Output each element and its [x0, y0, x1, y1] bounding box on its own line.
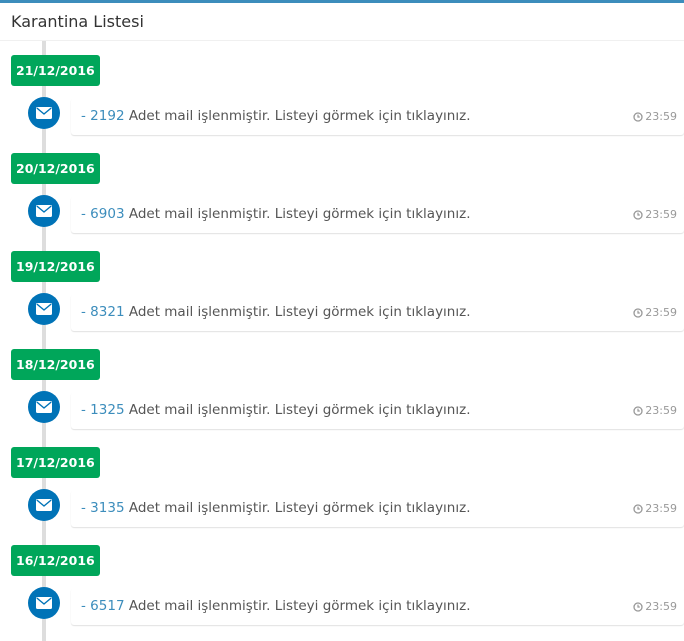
item-time-text: 23:59: [645, 306, 677, 319]
envelope-icon-glyph: [36, 303, 52, 315]
item-message[interactable]: Adet mail işlenmiştir. Listeyi görmek iç…: [125, 206, 471, 222]
mail-count-link[interactable]: - 1325: [81, 402, 125, 418]
item-prefix: -: [81, 598, 91, 614]
date-label: 16/12/2016: [11, 545, 100, 576]
item-message[interactable]: Adet mail işlenmiştir. Listeyi görmek iç…: [125, 598, 471, 614]
date-label: 18/12/2016: [11, 349, 100, 380]
item-prefix: -: [81, 206, 91, 222]
item-time: 23:59: [633, 306, 677, 319]
envelope-icon-glyph: [36, 499, 52, 511]
envelope-icon: [28, 587, 60, 619]
mail-count[interactable]: 6517: [90, 598, 124, 614]
date-label-text: 20/12/2016: [16, 161, 95, 176]
item-time-text: 23:59: [645, 110, 677, 123]
clock-icon: [633, 307, 643, 318]
item-prefix: -: [81, 108, 91, 124]
item-time-text: 23:59: [645, 404, 677, 417]
date-label-text: 16/12/2016: [16, 553, 95, 568]
box-title: Karantina Listesi: [0, 3, 684, 41]
clock-icon: [633, 601, 643, 612]
date-label: 17/12/2016: [11, 447, 100, 478]
item-time: 23:59: [633, 208, 677, 221]
date-label: 21/12/2016: [11, 55, 100, 86]
envelope-icon: [28, 97, 60, 129]
envelope-icon: [28, 293, 60, 325]
item-prefix: -: [81, 304, 91, 320]
item-time: 23:59: [633, 110, 677, 123]
date-label-text: 19/12/2016: [16, 259, 95, 274]
mail-count-link[interactable]: - 2192: [81, 108, 125, 124]
item-prefix: -: [81, 402, 91, 418]
envelope-icon: [28, 489, 60, 521]
envelope-icon-glyph: [36, 597, 52, 609]
item-time-text: 23:59: [645, 600, 677, 613]
mail-count[interactable]: 1325: [90, 402, 124, 418]
item-time: 23:59: [633, 502, 677, 515]
date-label: 19/12/2016: [11, 251, 100, 282]
item-message[interactable]: Adet mail işlenmiştir. Listeyi görmek iç…: [125, 108, 471, 124]
clock-icon: [633, 405, 643, 416]
mail-count[interactable]: 6903: [90, 206, 124, 222]
mail-count[interactable]: 3135: [90, 500, 124, 516]
envelope-icon-glyph: [36, 401, 52, 413]
mail-count[interactable]: 8321: [90, 304, 124, 320]
mail-count-link[interactable]: - 6903: [81, 206, 125, 222]
item-prefix: -: [81, 500, 91, 516]
item-time: 23:59: [633, 404, 677, 417]
item-time: 23:59: [633, 600, 677, 613]
item-time-text: 23:59: [645, 502, 677, 515]
clock-icon: [633, 111, 643, 122]
date-label-text: 21/12/2016: [16, 63, 95, 78]
envelope-icon-glyph: [36, 107, 52, 119]
timeline-item[interactable]: - 6903 Adet mail işlenmiştir. Listeyi gö…: [71, 196, 684, 233]
mail-count-link[interactable]: - 3135: [81, 500, 125, 516]
envelope-icon-glyph: [36, 205, 52, 217]
timeline-item-body[interactable]: - 1325 Adet mail işlenmiştir. Listeyi gö…: [81, 402, 471, 418]
timeline-item-body[interactable]: - 6517 Adet mail işlenmiştir. Listeyi gö…: [81, 598, 471, 614]
item-message[interactable]: Adet mail işlenmiştir. Listeyi görmek iç…: [125, 500, 471, 516]
envelope-icon: [28, 391, 60, 423]
date-label: 20/12/2016: [11, 153, 100, 184]
timeline-item-body[interactable]: - 3135 Adet mail işlenmiştir. Listeyi gö…: [81, 500, 471, 516]
timeline-item-body[interactable]: - 6903 Adet mail işlenmiştir. Listeyi gö…: [81, 206, 471, 222]
item-message[interactable]: Adet mail işlenmiştir. Listeyi görmek iç…: [125, 304, 471, 320]
item-time-text: 23:59: [645, 208, 677, 221]
date-label-text: 18/12/2016: [16, 357, 95, 372]
date-label-text: 17/12/2016: [16, 455, 95, 470]
timeline-item[interactable]: - 2192 Adet mail işlenmiştir. Listeyi gö…: [71, 98, 684, 135]
envelope-icon: [28, 195, 60, 227]
clock-icon: [633, 209, 643, 220]
mail-count-link[interactable]: - 8321: [81, 304, 125, 320]
timeline-item[interactable]: - 6517 Adet mail işlenmiştir. Listeyi gö…: [71, 588, 684, 625]
timeline-item[interactable]: - 3135 Adet mail işlenmiştir. Listeyi gö…: [71, 490, 684, 527]
timeline-item[interactable]: - 1325 Adet mail işlenmiştir. Listeyi gö…: [71, 392, 684, 429]
clock-icon: [633, 503, 643, 514]
timeline-item[interactable]: - 8321 Adet mail işlenmiştir. Listeyi gö…: [71, 294, 684, 331]
timeline-item-body[interactable]: - 8321 Adet mail işlenmiştir. Listeyi gö…: [81, 304, 471, 320]
quarantine-box: Karantina Listesi 21/12/2016 - 2192 Adet…: [0, 0, 684, 641]
timeline-item-body[interactable]: - 2192 Adet mail işlenmiştir. Listeyi gö…: [81, 108, 471, 124]
mail-count-link[interactable]: - 6517: [81, 598, 125, 614]
item-message[interactable]: Adet mail işlenmiştir. Listeyi görmek iç…: [125, 402, 471, 418]
mail-count[interactable]: 2192: [90, 108, 124, 124]
